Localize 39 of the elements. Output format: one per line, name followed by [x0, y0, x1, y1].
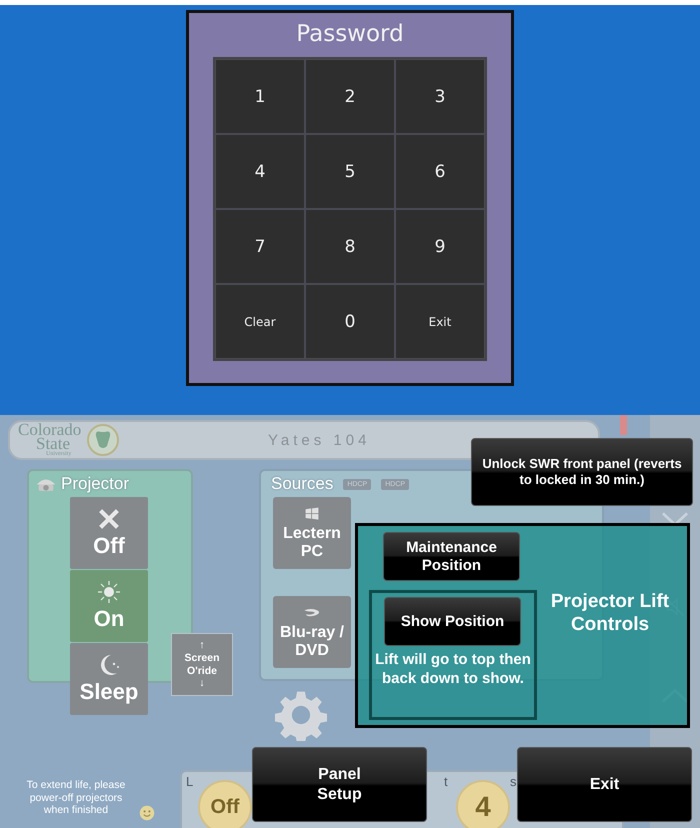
- windows-icon: [303, 506, 321, 522]
- keypad-key[interactable]: 6: [395, 134, 485, 209]
- bar-letter: L: [186, 774, 194, 789]
- keypad-key[interactable]: 7: [215, 209, 305, 284]
- keypad-key[interactable]: 1: [215, 59, 305, 134]
- show-note: Lift will go to top then back down to show.: [374, 651, 532, 688]
- keypad-key[interactable]: 4: [215, 134, 305, 209]
- smiley-icon: [139, 805, 155, 821]
- projector-power-button[interactable]: Sleep: [70, 643, 148, 715]
- vertical-strip: [620, 415, 627, 435]
- popup-title: Projector Lift Controls: [550, 591, 670, 637]
- screen-override-button[interactable]: ↑ Screen O'ride ↓: [171, 633, 233, 696]
- keypad-key[interactable]: 3: [395, 59, 485, 134]
- panel-setup-button[interactable]: Panel Setup: [252, 747, 427, 822]
- keypad-key[interactable]: 2: [305, 59, 395, 134]
- sun-icon: [97, 580, 121, 604]
- keypad-key[interactable]: 8: [305, 209, 395, 284]
- keypad-key[interactable]: 0: [305, 284, 395, 359]
- preset-button[interactable]: 4: [456, 780, 510, 828]
- close-icon: [97, 507, 121, 531]
- projector-power-button[interactable]: Off: [70, 497, 148, 569]
- bar-letter: s: [510, 774, 516, 789]
- panel-title: Projector: [61, 474, 130, 494]
- bar-letter: t: [444, 774, 448, 789]
- keypad-key[interactable]: 9: [395, 209, 485, 284]
- dialog-title: Password: [296, 21, 404, 47]
- show-position-button[interactable]: Show Position: [384, 597, 521, 646]
- keypad-key[interactable]: 5: [305, 134, 395, 209]
- keypad-key[interactable]: Exit: [395, 284, 485, 359]
- room-name: Yates 104: [268, 432, 370, 448]
- source-button[interactable]: Blu-ray / DVD: [273, 596, 351, 668]
- unlock-button[interactable]: Unlock SWR front panel (reverts to locked in 30 min.): [471, 438, 693, 506]
- panel-title: Sources: [271, 474, 334, 494]
- keypad-key[interactable]: Clear: [215, 284, 305, 359]
- exit-button[interactable]: Exit: [517, 747, 692, 822]
- maintenance-position-button[interactable]: Maintenance Position: [383, 532, 520, 581]
- preset-button[interactable]: Off: [198, 780, 252, 828]
- notice-text: To extend life, please power-off projectors when finished: [26, 779, 126, 817]
- source-button[interactable]: Lectern PC: [273, 497, 351, 569]
